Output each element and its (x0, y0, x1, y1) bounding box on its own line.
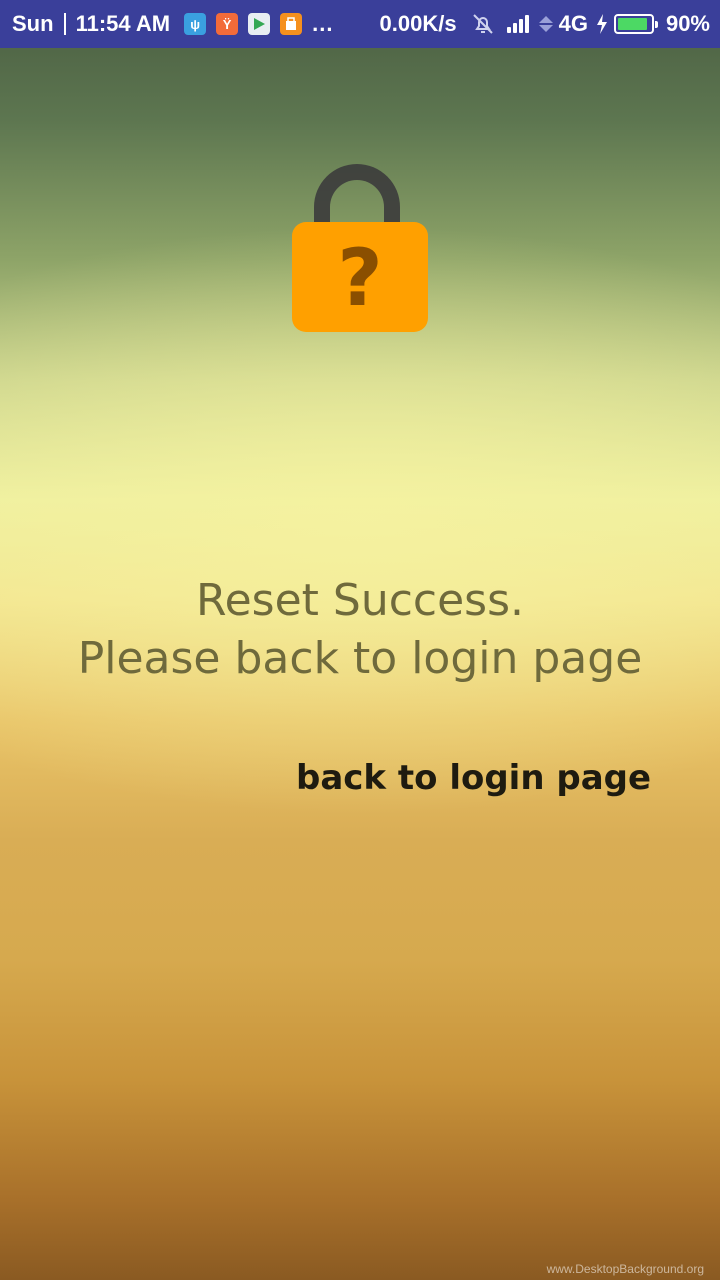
watermark: www.DesktopBackground.org (546, 1262, 704, 1276)
reset-message: Reset Success. Please back to login page (0, 572, 720, 688)
battery-percent: 90% (665, 11, 710, 36)
network-type: 4G (558, 11, 588, 36)
status-time: 11:54 AM (75, 11, 171, 36)
battery-icon (613, 14, 658, 34)
status-bar-right: 0.00K/s 4G 90% (380, 11, 710, 37)
status-bar: Sun 11:54 AM ψ Ÿ ... 0.00K/s 4G 90% (0, 0, 720, 48)
question-mark: ? (337, 234, 383, 324)
lock-body: ? (292, 222, 428, 332)
bell-muted-icon (471, 12, 495, 36)
message-line-2: Please back to login page (77, 633, 643, 684)
usb-icon: ψ (184, 13, 207, 35)
back-to-login-link[interactable]: back to login page (296, 758, 651, 798)
net-speed: 0.00K/s (379, 11, 457, 36)
charging-bolt-icon (596, 14, 608, 34)
screen: Sun 11:54 AM ψ Ÿ ... 0.00K/s 4G 90% ? Re… (0, 0, 720, 1280)
status-bar-left: Sun 11:54 AM ψ Ÿ ... (12, 11, 333, 37)
lock-question-icon: ? (290, 164, 430, 334)
status-more-dots: ... (312, 11, 334, 36)
status-day: Sun (12, 11, 54, 36)
play-store-icon (248, 13, 271, 35)
shop-app-icon (280, 13, 303, 35)
data-arrows-icon (538, 16, 553, 32)
message-line-1: Reset Success. (195, 575, 524, 626)
status-separator (63, 13, 66, 35)
signal-icon (506, 15, 531, 33)
mi-app-icon: Ÿ (216, 13, 239, 35)
battery-fill (617, 18, 647, 30)
